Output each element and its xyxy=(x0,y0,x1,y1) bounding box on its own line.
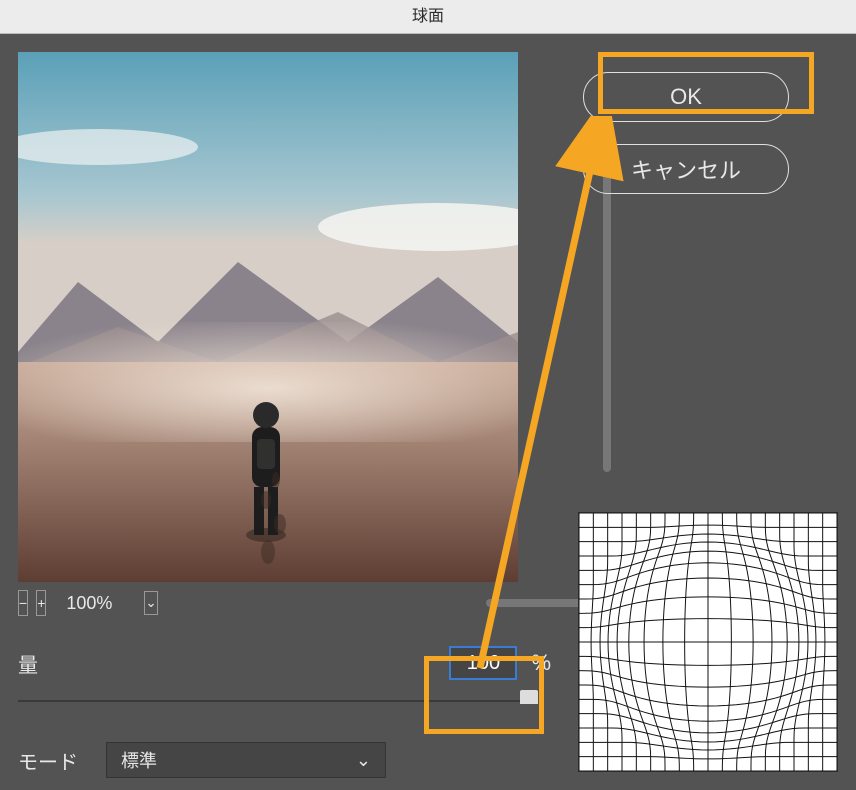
zoom-dropdown-button[interactable]: ⌄ xyxy=(144,591,157,615)
ok-button[interactable]: OK xyxy=(583,72,789,122)
zoom-out-button[interactable]: − xyxy=(18,590,28,616)
amount-input[interactable] xyxy=(449,646,517,680)
amount-slider-handle[interactable] xyxy=(520,690,538,704)
mode-label: モード xyxy=(18,746,88,775)
mode-value: 標準 xyxy=(121,747,157,773)
mode-select[interactable]: 標準 ⌄ xyxy=(106,742,386,778)
chevron-down-icon: ⌄ xyxy=(356,750,371,771)
amount-label: 量 xyxy=(18,649,88,678)
amount-slider[interactable] xyxy=(18,694,538,714)
effect-preview-grid xyxy=(578,512,838,772)
zoom-value: 100% xyxy=(66,593,136,614)
zoom-in-button[interactable]: + xyxy=(36,590,46,616)
window-titlebar: 球面 xyxy=(0,0,856,34)
preview-image[interactable] xyxy=(18,52,518,582)
window-title: 球面 xyxy=(412,8,444,25)
amount-unit: % xyxy=(531,650,551,676)
cancel-button[interactable]: キャンセル xyxy=(583,144,789,194)
chevron-down-icon: ⌄ xyxy=(145,595,156,611)
